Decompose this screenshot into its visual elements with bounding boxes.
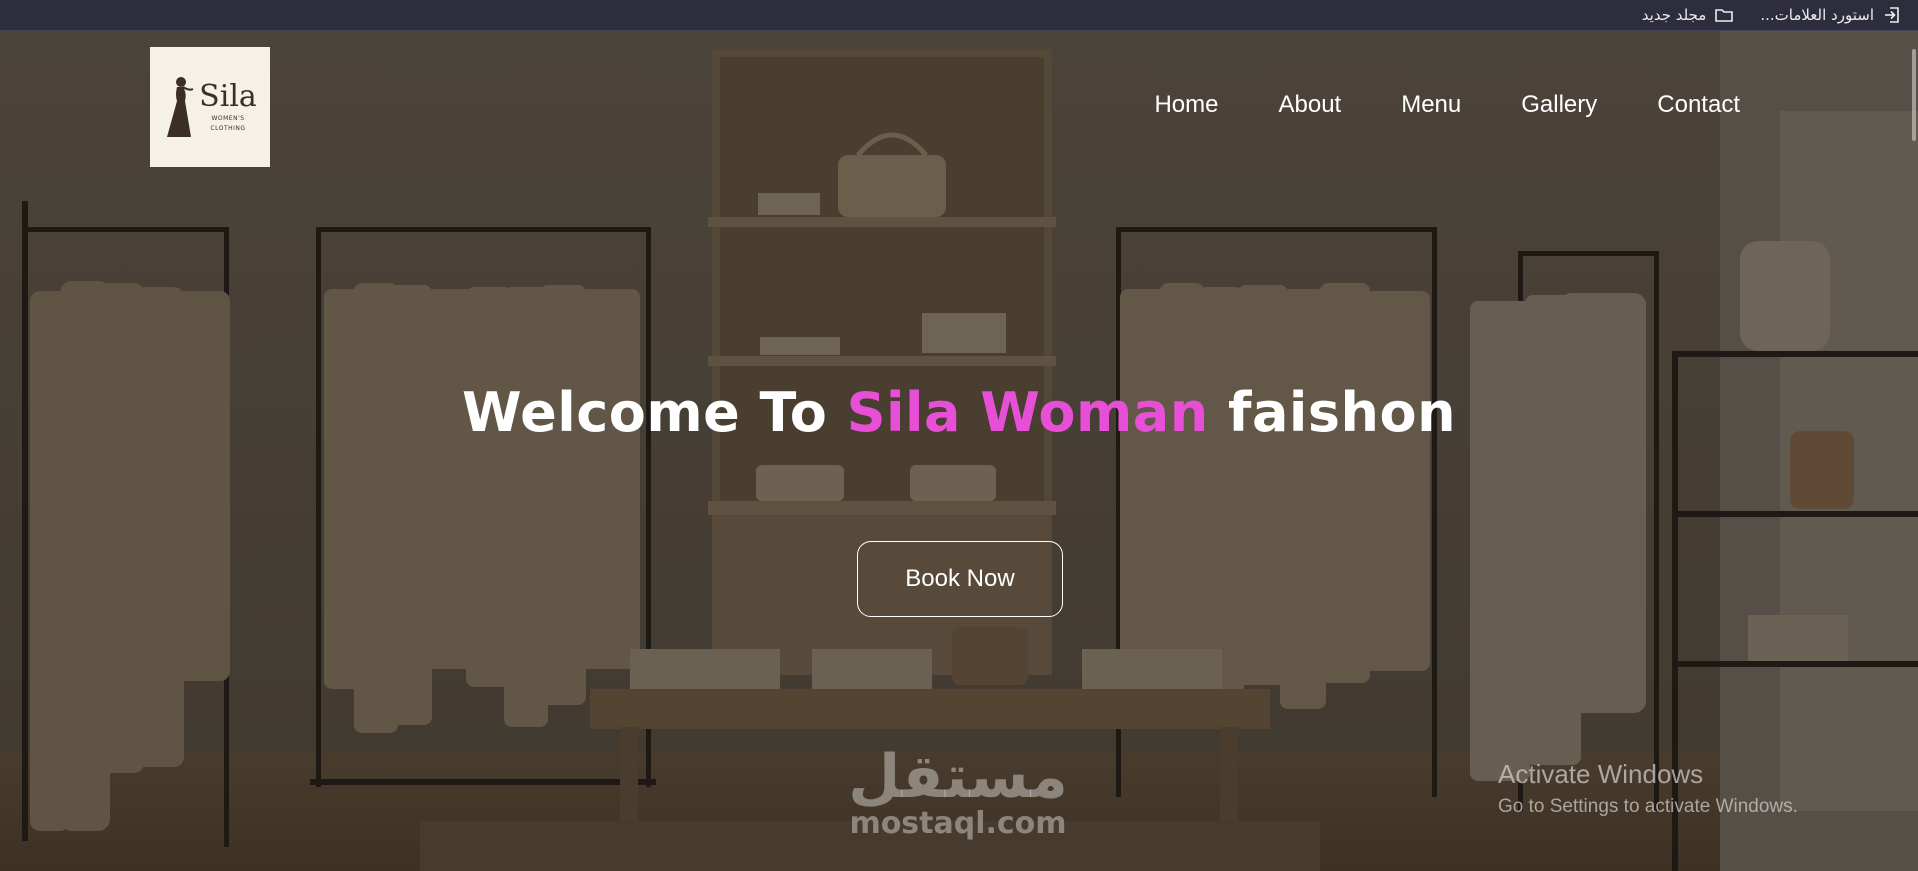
activate-windows-subtitle: Go to Settings to activate Windows. [1498, 796, 1798, 817]
logo-text: Sila WOMEN'S CLOTHING [199, 78, 257, 132]
nav-menu[interactable]: Menu [1401, 91, 1461, 119]
bookmark-import-label: استورد العلامات... [1760, 6, 1874, 24]
book-now-button[interactable]: Book Now [857, 541, 1063, 617]
brand-logo[interactable]: Sila WOMEN'S CLOTHING [150, 47, 270, 167]
logo-subtitle-line1: WOMEN'S [211, 114, 245, 122]
activate-windows-notice: Activate Windows Go to Settings to activ… [1498, 759, 1798, 818]
activate-windows-title: Activate Windows [1498, 759, 1704, 789]
nav-contact[interactable]: Contact [1657, 91, 1740, 119]
woman-silhouette-icon [167, 77, 194, 137]
bookmark-import[interactable]: استورد العلامات... [1760, 5, 1902, 25]
hero-section: Sila WOMEN'S CLOTHING Home About Menu Ga… [0, 31, 1918, 871]
scrollbar-thumb[interactable] [1912, 49, 1916, 141]
nav-home[interactable]: Home [1154, 91, 1218, 119]
bookmark-new-folder[interactable]: مجلد جديد [1642, 5, 1735, 25]
page-scrollbar[interactable] [1910, 31, 1918, 871]
headline-prefix: Welcome To [461, 381, 847, 444]
nav-about[interactable]: About [1278, 91, 1341, 119]
main-nav: Home About Menu Gallery Contact [1154, 91, 1740, 119]
folder-icon [1715, 9, 1734, 22]
nav-gallery[interactable]: Gallery [1521, 91, 1597, 119]
mostaql-watermark: مستقل mostaql.com [843, 747, 1073, 840]
hero-headline: Welcome To Sila Woman faishon [0, 381, 1918, 444]
watermark-arabic: مستقل [848, 742, 1068, 812]
watermark-latin: mostaql.com [849, 806, 1067, 841]
bookmark-new-folder-label: مجلد جديد [1641, 6, 1707, 24]
import-icon [1885, 7, 1899, 23]
headline-suffix: faishon [1208, 381, 1457, 444]
logo-name: Sila [199, 78, 257, 114]
headline-accent: Sila Woman [846, 381, 1209, 444]
logo-subtitle-line2: CLOTHING [210, 125, 246, 132]
bookmarks-bar: استورد العلامات... مجلد جديد [0, 0, 1918, 31]
